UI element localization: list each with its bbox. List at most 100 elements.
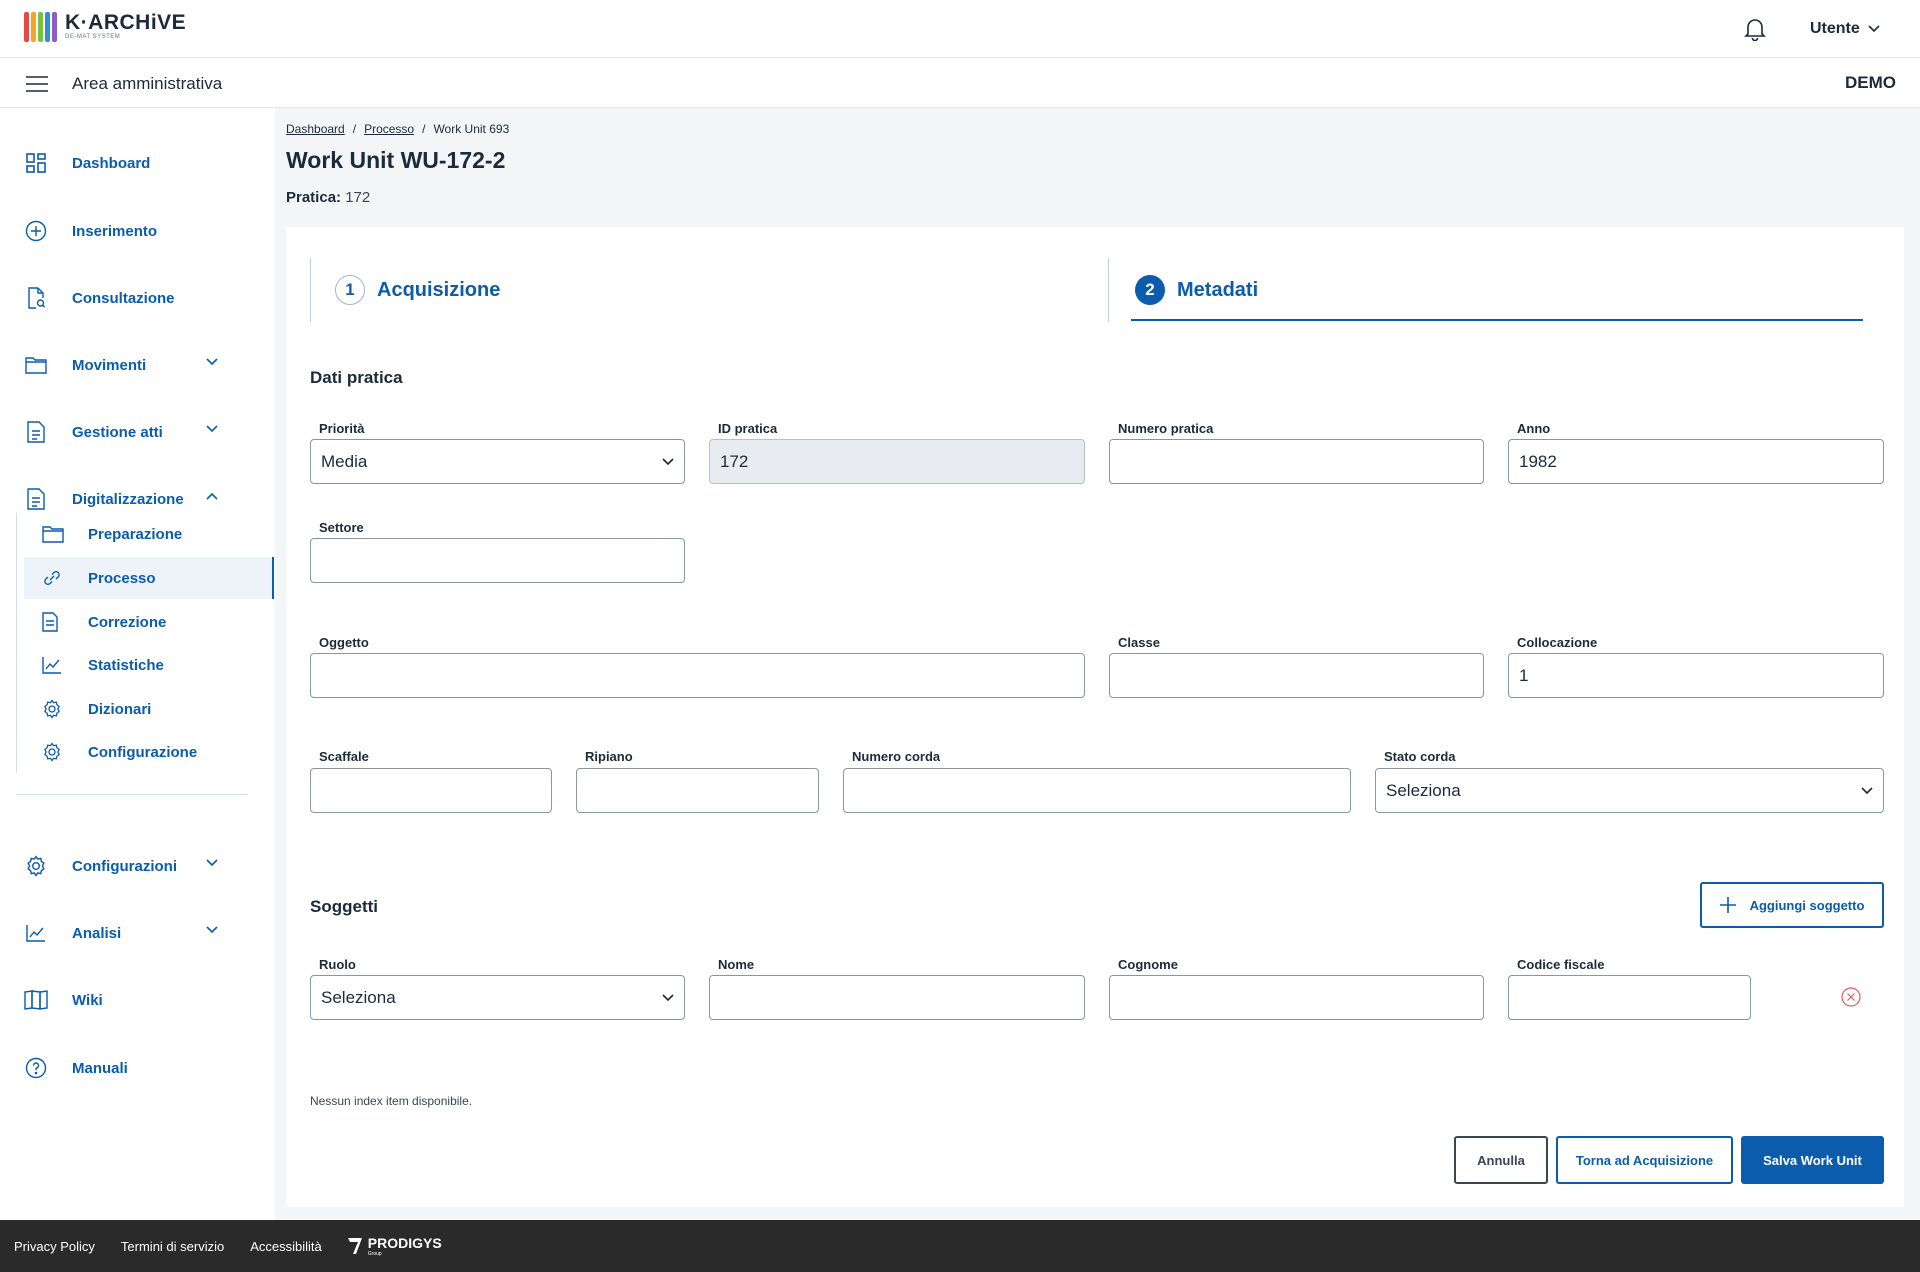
- chevron-down-icon: [1861, 786, 1873, 795]
- remove-subject-icon[interactable]: [1841, 987, 1861, 1012]
- ruolo-value: Seleziona: [321, 987, 396, 1007]
- breadcrumb-link-processo[interactable]: Processo: [364, 122, 414, 136]
- footer-link-terms[interactable]: Termini di servizio: [121, 1239, 224, 1254]
- gear-icon: [42, 742, 64, 762]
- sidebar-item-gestione-atti[interactable]: Gestione atti: [24, 412, 224, 452]
- settore-input[interactable]: [310, 538, 685, 583]
- step-acquisizione[interactable]: 1 Acquisizione: [310, 258, 500, 322]
- numero-pratica-input[interactable]: [1109, 439, 1484, 484]
- sidebar-item-consultazione[interactable]: Consultazione: [24, 278, 224, 318]
- folder-icon: [42, 525, 64, 543]
- save-work-unit-button[interactable]: Salva Work Unit: [1741, 1136, 1884, 1184]
- pratica-value: 172: [345, 189, 371, 206]
- logo-text: K·ARCHiVE: [65, 11, 187, 34]
- ripiano-input[interactable]: [576, 768, 819, 813]
- priorita-value: Media: [321, 451, 368, 471]
- sidebar-subitem-processo[interactable]: Processo: [24, 557, 274, 599]
- sidebar-subitem-label: Statistiche: [88, 656, 164, 674]
- sidebar-subitem-label: Preparazione: [88, 525, 183, 543]
- codice-fiscale-input[interactable]: [1508, 975, 1751, 1020]
- footer-link-privacy[interactable]: Privacy Policy: [14, 1239, 95, 1254]
- sidebar-item-dashboard[interactable]: Dashboard: [24, 143, 224, 183]
- chart-icon: [24, 921, 48, 945]
- dashboard-icon: [24, 151, 48, 175]
- back-to-acquisition-button[interactable]: Torna ad Acquisizione: [1556, 1136, 1733, 1184]
- sidebar-item-analisi[interactable]: Analisi: [24, 913, 224, 953]
- sidebar-item-inserimento[interactable]: Inserimento: [24, 211, 224, 251]
- sidebar-subitem-configurazione[interactable]: Configurazione: [24, 731, 274, 773]
- sidebar-item-label: Consultazione: [72, 289, 175, 307]
- sidebar-item-wiki[interactable]: Wiki: [24, 980, 224, 1020]
- sidebar-subitem-preparazione[interactable]: Preparazione: [24, 513, 274, 555]
- pratica-info: Pratica: 172: [286, 189, 370, 206]
- sidebar-subitem-dizionari[interactable]: Dizionari: [24, 688, 274, 730]
- step-number: 2: [1135, 275, 1165, 305]
- index-empty-message: Nessun index item disponibile.: [310, 1094, 473, 1108]
- logo-subtitle: DE-MAT SYSTEM: [65, 34, 121, 40]
- label-settore: Settore: [319, 520, 364, 535]
- submenu-rail: [16, 513, 17, 773]
- anno-input[interactable]: 1982: [1508, 439, 1884, 484]
- sidebar-item-movimenti[interactable]: Movimenti: [24, 345, 224, 385]
- classe-input[interactable]: [1109, 653, 1484, 698]
- step-label: Acquisizione: [377, 278, 501, 301]
- document-icon: [24, 420, 48, 444]
- chevron-down-icon: [662, 457, 674, 466]
- sidebar-item-label: Movimenti: [72, 356, 147, 374]
- cancel-button[interactable]: Annulla: [1454, 1136, 1548, 1184]
- user-label: Utente: [1810, 20, 1860, 37]
- sidebar-item-configurazioni[interactable]: Configurazioni: [24, 846, 224, 886]
- form-card: [286, 227, 1904, 1207]
- footer-link-accessibility[interactable]: Accessibilità: [250, 1239, 322, 1254]
- label-scaffale: Scaffale: [319, 749, 369, 764]
- ruolo-select[interactable]: Seleziona: [310, 975, 685, 1020]
- id-pratica-field: 172: [709, 439, 1085, 484]
- chevron-down-icon: [1868, 25, 1880, 33]
- numero-corda-input[interactable]: [843, 768, 1351, 813]
- priorita-select[interactable]: Media: [310, 439, 685, 484]
- oggetto-input[interactable]: [310, 653, 1085, 698]
- bell-icon[interactable]: [1744, 17, 1766, 46]
- step-label: Metadati: [1177, 278, 1259, 301]
- app-logo[interactable]: K·ARCHiVE DE-MAT SYSTEM: [24, 12, 186, 42]
- chart-icon: [42, 656, 64, 674]
- logo-mark-icon: [24, 12, 57, 42]
- stato-corda-value: Seleziona: [1386, 780, 1461, 800]
- label-codice-fiscale: Codice fiscale: [1517, 957, 1605, 972]
- collocazione-input[interactable]: 1: [1508, 653, 1884, 698]
- sidebar-item-label: Manuali: [72, 1059, 128, 1077]
- sidebar-subitem-statistiche[interactable]: Statistiche: [24, 644, 274, 686]
- chevron-up-icon: [206, 492, 218, 500]
- sidebar-divider: [16, 794, 248, 795]
- add-subject-button[interactable]: Aggiungi soggetto: [1700, 882, 1884, 928]
- stato-corda-select[interactable]: Seleziona: [1375, 768, 1884, 813]
- sub-bar: Area amministrativa DEMO: [0, 58, 1920, 108]
- user-menu[interactable]: Utente: [1810, 20, 1880, 38]
- cognome-input[interactable]: [1109, 975, 1484, 1020]
- section-title-dati-pratica: Dati pratica: [310, 368, 403, 387]
- sidebar-subitem-label: Dizionari: [88, 700, 152, 718]
- label-ripiano: Ripiano: [585, 749, 633, 764]
- top-bar: K·ARCHiVE DE-MAT SYSTEM Utente: [0, 0, 1920, 58]
- plus-icon: [1719, 897, 1736, 913]
- breadcrumb-link-dashboard[interactable]: Dashboard: [286, 122, 345, 136]
- brand-name: PRODIGYS: [367, 1235, 442, 1251]
- hamburger-menu-icon[interactable]: [26, 76, 48, 97]
- document-icon: [24, 487, 48, 511]
- link-icon: [42, 568, 64, 588]
- nome-input[interactable]: [709, 975, 1085, 1020]
- prodigys-logo[interactable]: PRODIGYS Group: [347, 1235, 442, 1257]
- sidebar-subitem-label: Configurazione: [88, 743, 198, 761]
- breadcrumb-current: Work Unit 693: [433, 122, 510, 136]
- sidebar-item-manuali[interactable]: Manuali: [24, 1048, 224, 1088]
- breadcrumb-separator: /: [352, 122, 357, 136]
- page-title: Work Unit WU-172-2: [286, 147, 506, 173]
- step-metadati[interactable]: 2 Metadati: [1108, 258, 1258, 322]
- document-search-icon: [24, 286, 48, 310]
- sidebar-subitem-correzione[interactable]: Correzione: [24, 601, 274, 643]
- document-icon: [42, 612, 64, 632]
- sidebar: Dashboard Inserimento Consultazione Movi…: [0, 108, 275, 1220]
- label-anno: Anno: [1517, 421, 1551, 436]
- scaffale-input[interactable]: [310, 768, 552, 813]
- label-cognome: Cognome: [1118, 957, 1178, 972]
